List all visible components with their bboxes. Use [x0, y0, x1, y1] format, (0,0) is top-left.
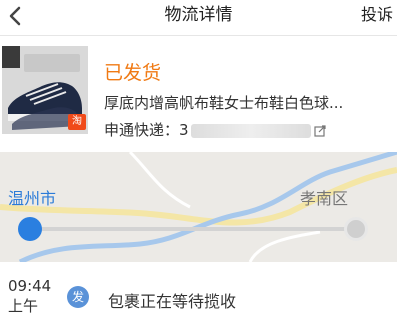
courier-label: 申通快递：3: [104, 121, 189, 139]
report-button[interactable]: 投诉: [361, 0, 393, 30]
event-time: 09:44 上午: [8, 276, 51, 316]
origin-marker: [18, 217, 42, 241]
event-time-clock: 09:44: [8, 277, 52, 295]
top-nav-bar: 物流详情 投诉: [0, 0, 397, 36]
order-card[interactable]: 淘 已发货 厚底内增高帆布鞋女士布鞋白色球... 申通快递：3: [0, 36, 397, 152]
courier-tracking: 申通快递：3: [104, 119, 311, 140]
product-name: 厚底内增高帆布鞋女士布鞋白色球...: [104, 94, 344, 112]
origin-city: 温州市: [8, 189, 57, 208]
logistics-event: 09:44 上午 发 包裹正在等待揽收: [0, 262, 397, 326]
destination-marker: [344, 217, 368, 241]
copy-icon[interactable]: [314, 122, 326, 137]
route-progress-track: [30, 227, 356, 231]
taobao-badge: 淘: [68, 114, 86, 130]
route-map[interactable]: 温州市 孝南区: [0, 152, 397, 262]
shipping-status: 已发货: [104, 62, 162, 84]
destination-city: 孝南区: [300, 189, 349, 208]
event-time-period: 上午: [8, 297, 39, 315]
shipped-icon: 发: [67, 286, 89, 308]
tracking-number-redacted: [190, 123, 311, 138]
page-title: 物流详情: [164, 5, 233, 25]
event-description: 包裹正在等待揽收: [108, 292, 237, 311]
product-thumbnail[interactable]: 淘: [2, 46, 88, 134]
